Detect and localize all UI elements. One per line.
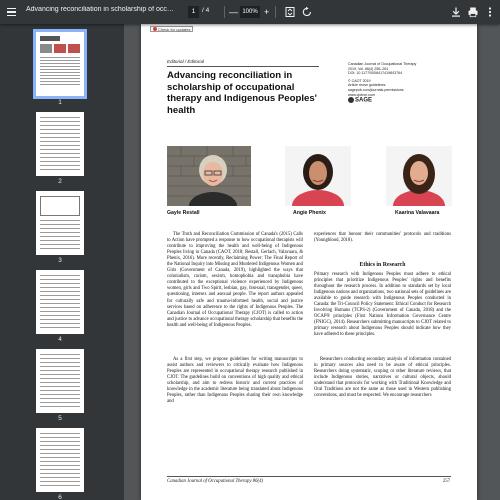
page-thumbnail-number: 4 [58,336,62,343]
author-name: Kaarina Valavaara [395,210,440,216]
check-for-updates-label: Check for updates [158,26,191,32]
footer-rule [167,476,451,477]
page-number-input[interactable]: 1 [188,6,199,18]
page-thumbnail-3[interactable] [36,191,84,255]
page-thumbnail-number: 3 [58,257,62,264]
page-thumbnail-4[interactable] [36,270,84,334]
footer-page-number: 257 [443,479,451,484]
page-thumbnail-number: 2 [58,178,62,185]
section-label: Editorial / Éditorial [167,59,205,64]
print-icon[interactable] [467,6,479,18]
check-for-updates-badge[interactable]: Check for updates [150,26,194,32]
page-thumbnail-2[interactable] [36,112,84,176]
zoom-in-button[interactable]: + [264,5,269,19]
rotate-icon[interactable] [301,6,313,18]
pdf-toolbar: Advancing reconciliation in scholarship … [0,0,500,24]
thumb-photo [40,44,52,53]
thumb-table [40,196,80,216]
page-thumbnail-6[interactable] [36,428,84,492]
toolbar-divider [224,6,225,18]
page-thumbnail-1[interactable] [33,29,87,99]
toolbar-divider [275,6,276,18]
author-name: Gayle Restall [167,210,200,216]
body-paragraph: experiences that honour their communitie… [314,232,451,244]
page-thumbnail-5[interactable] [36,349,84,413]
more-options-icon[interactable] [484,6,496,18]
page-thumbnail-number: 5 [58,415,62,422]
body-paragraph: Researchers conducting secondary analysi… [314,357,451,399]
header-rule [167,66,319,67]
menu-icon[interactable] [7,0,21,24]
author-photo-angie-phenix [285,146,351,206]
body-paragraph: The Truth and Reconciliation Commission … [167,232,303,328]
pdf-page: Check for updates Editorial / Éditorial … [141,24,477,500]
footer-journal: Canadian Journal of Occupational Therapy… [167,479,264,484]
author-name: Angie Phenix [293,210,326,216]
page-thumbnail-number: 1 [58,99,62,106]
sage-logo-icon [348,97,354,103]
zoom-out-button[interactable]: — [229,5,238,19]
journal-info: Canadian Journal of Occupational Therapy… [348,62,448,97]
publisher-logo: SAGE [348,97,372,104]
thumbnail-sidebar: 1 2 3 4 5 6 [0,24,124,500]
article-title: Advancing reconciliation in scholarship … [167,70,317,116]
download-icon[interactable] [450,6,462,18]
zoom-level-input[interactable]: 100% [240,6,260,18]
thumb-photo [68,44,80,53]
publisher-name: SAGE [355,97,373,104]
fit-to-page-icon[interactable] [284,6,296,18]
author-photo-kaarina-valavaara [386,146,452,206]
body-paragraph: Primary research with Indigenous Peoples… [314,272,451,338]
crossmark-icon [153,27,157,31]
page-thumbnail-number: 6 [58,494,62,500]
body-paragraph: As a first step, we propose guidelines f… [167,357,303,405]
thumb-photo [54,44,66,53]
thumb-title-block [40,36,60,41]
page-count: / 4 [202,7,210,14]
document-title: Advancing reconciliation in scholarship … [26,6,176,13]
section-heading: Ethics in Research [359,262,406,268]
author-photo-gayle-restall [167,146,251,206]
